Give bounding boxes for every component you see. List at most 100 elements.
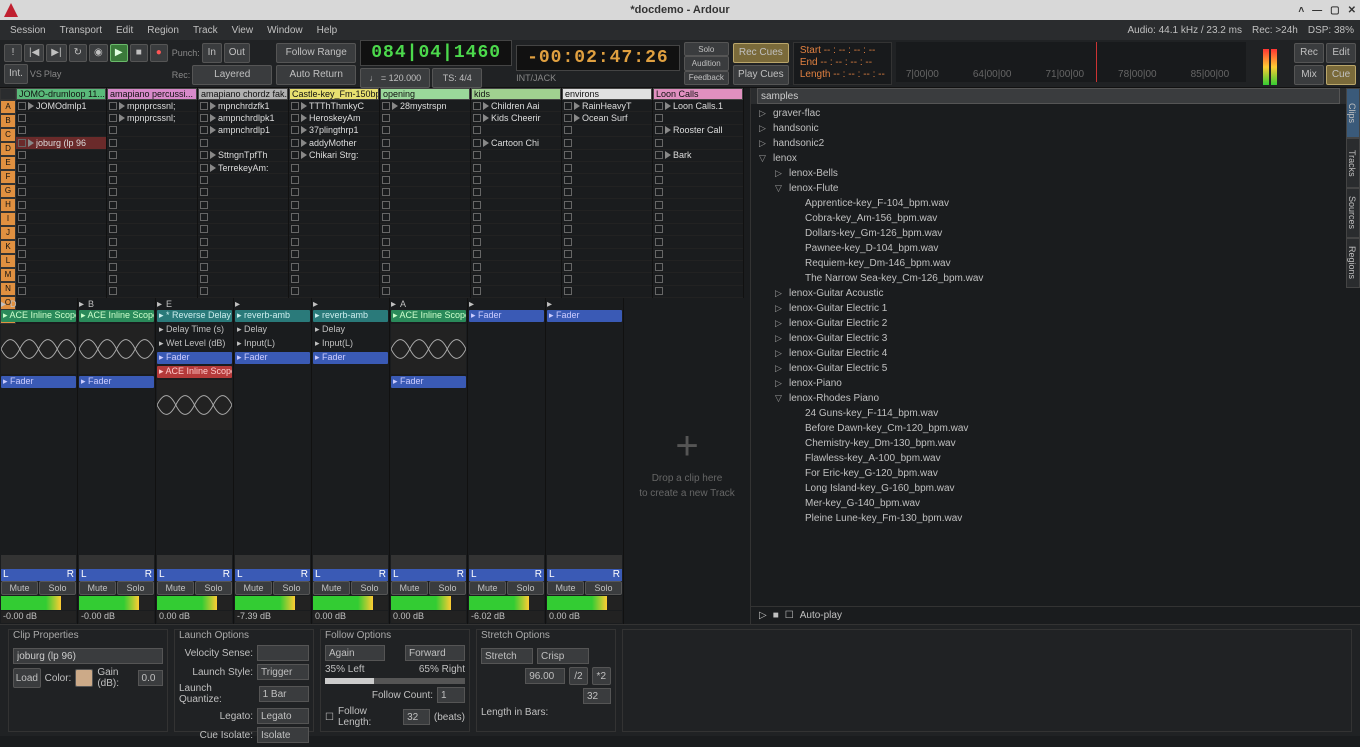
clip-slot[interactable] (562, 286, 652, 298)
mute-button[interactable]: Mute (157, 581, 194, 595)
fx-slot[interactable]: ▸ Input(L) (235, 338, 310, 350)
clip-slot[interactable]: SttngnTpfTh (198, 150, 288, 162)
clip-slot[interactable] (380, 199, 470, 211)
tree-node[interactable]: ▷lenox-Guitar Electric 2 (751, 316, 1360, 331)
clip-slot[interactable] (107, 162, 197, 174)
menu-view[interactable]: View (226, 23, 260, 38)
clip-slot[interactable] (562, 211, 652, 223)
tree-node[interactable]: ▷lenox-Guitar Electric 1 (751, 301, 1360, 316)
clip-slot[interactable] (471, 273, 561, 285)
menu-window[interactable]: Window (261, 23, 309, 38)
clip-slot[interactable] (653, 286, 743, 298)
cue-row-M[interactable]: M (0, 268, 16, 282)
loop-icon[interactable]: ↻ (69, 44, 87, 62)
clip-slot[interactable] (198, 236, 288, 248)
tree-node[interactable]: 24 Guns-key_F-114_bpm.wav (751, 406, 1360, 421)
clip-slot[interactable]: addyMother (289, 137, 379, 149)
clip-slot[interactable]: joburg (lp 96 (16, 137, 106, 149)
fx-slot[interactable]: ▸ reverb-amb (235, 310, 310, 322)
tree-node[interactable]: ▷lenox-Guitar Electric 4 (751, 346, 1360, 361)
clip-slot[interactable] (380, 162, 470, 174)
clip-slot[interactable] (653, 174, 743, 186)
cue-row-N[interactable]: N (0, 282, 16, 296)
fader-slot[interactable]: ▸ Fader (79, 376, 154, 388)
clip-slot[interactable] (380, 261, 470, 273)
rec-mode-select[interactable]: Layered (192, 65, 272, 85)
timesig-display[interactable]: TS: 4/4 (432, 68, 482, 88)
clip-slot[interactable] (653, 249, 743, 261)
preview-play-icon[interactable]: ▷ (759, 610, 767, 621)
fx-slot[interactable]: ▸ ACE Inline Scope (157, 366, 232, 378)
cue-row-H[interactable]: H (0, 198, 16, 212)
clip-slot[interactable] (107, 249, 197, 261)
clip-slot[interactable] (107, 187, 197, 199)
clip-slot[interactable] (289, 199, 379, 211)
tree-node[interactable]: Pleine Lune-key_Fm-130_bpm.wav (751, 511, 1360, 526)
tree-node[interactable]: Mer-key_G-140_bpm.wav (751, 496, 1360, 511)
close-icon[interactable]: ✕ (1348, 5, 1356, 16)
clip-slot[interactable] (653, 236, 743, 248)
mute-button[interactable]: Mute (469, 581, 506, 595)
clip-slot[interactable] (198, 224, 288, 236)
clip-slot[interactable] (471, 211, 561, 223)
cue-row-L[interactable]: L (0, 254, 16, 268)
auto-return-button[interactable]: Auto Return (276, 65, 356, 85)
follow-forward-select[interactable]: Forward (405, 645, 465, 661)
clip-slot[interactable] (107, 236, 197, 248)
minimize-icon[interactable]: — (1312, 5, 1322, 16)
clip-slot[interactable] (562, 174, 652, 186)
velocity-sense-field[interactable] (257, 645, 309, 661)
mute-button[interactable]: Mute (391, 581, 428, 595)
follow-again-select[interactable]: Again (325, 645, 385, 661)
tree-node[interactable]: ▽lenox (751, 151, 1360, 166)
cue-row-E[interactable]: E (0, 156, 16, 170)
half-button[interactable]: /2 (569, 667, 587, 685)
clip-slot[interactable] (471, 249, 561, 261)
gain-readout[interactable]: -6.02 dB (469, 611, 544, 623)
gain-readout[interactable]: 0.00 dB (547, 611, 622, 623)
panner[interactable] (235, 555, 310, 569)
fx-slot[interactable]: ▸ * Reverse Delay (! (157, 310, 232, 322)
solo-button[interactable]: Solo (351, 581, 388, 595)
tree-node[interactable]: ▽lenox-Flute (751, 181, 1360, 196)
clip-slot[interactable] (471, 174, 561, 186)
panner[interactable] (469, 555, 544, 569)
track-header[interactable]: JOMO-drumloop 11... (16, 88, 106, 100)
tree-node[interactable]: ▷lenox-Guitar Electric 3 (751, 331, 1360, 346)
cue-row-I[interactable]: I (0, 212, 16, 226)
track-header[interactable]: amapiano percussi... (107, 88, 197, 100)
primary-timecode[interactable]: 084|04|1460 (360, 40, 512, 66)
side-tab-tracks[interactable]: Tracks (1346, 138, 1360, 188)
double-button[interactable]: *2 (592, 667, 611, 685)
tree-node[interactable]: ▽lenox-Rhodes Piano (751, 391, 1360, 406)
clip-slot[interactable]: TerrekeyAm: (198, 162, 288, 174)
clip-slot[interactable] (16, 261, 106, 273)
tree-node[interactable]: ▷handsonic2 (751, 136, 1360, 151)
fx-slot[interactable]: ▸ Fader (235, 352, 310, 364)
clip-slot[interactable] (380, 211, 470, 223)
fx-slot[interactable]: ▸ ACE Inline Scope (1, 310, 76, 322)
cue-row-B[interactable]: B (0, 114, 16, 128)
clip-slot[interactable] (380, 286, 470, 298)
fx-slot[interactable]: ▸ ACE Inline Scope (79, 310, 154, 322)
clip-slot[interactable] (380, 249, 470, 261)
tree-node[interactable]: ▷graver-flac (751, 106, 1360, 121)
punch-out-button[interactable]: Out (224, 43, 250, 63)
clip-slot[interactable] (107, 211, 197, 223)
preview-stop-icon[interactable]: ■ (773, 610, 779, 621)
mute-button[interactable]: Mute (235, 581, 272, 595)
clip-slot[interactable] (289, 224, 379, 236)
clip-slot[interactable] (107, 150, 197, 162)
legato-select[interactable]: Legato (257, 708, 309, 724)
clip-slot[interactable] (289, 273, 379, 285)
clip-slot[interactable] (107, 224, 197, 236)
tempo-display[interactable]: ♩ = 120.000 (360, 68, 430, 88)
panner[interactable] (79, 555, 154, 569)
side-tab-clips[interactable]: Clips (1346, 88, 1360, 138)
clip-slot[interactable] (653, 211, 743, 223)
clip-slot[interactable] (471, 199, 561, 211)
panner[interactable] (157, 555, 232, 569)
clip-slot[interactable] (471, 187, 561, 199)
clip-slot[interactable]: Kids Cheerir (471, 112, 561, 124)
clip-slot[interactable] (16, 112, 106, 124)
